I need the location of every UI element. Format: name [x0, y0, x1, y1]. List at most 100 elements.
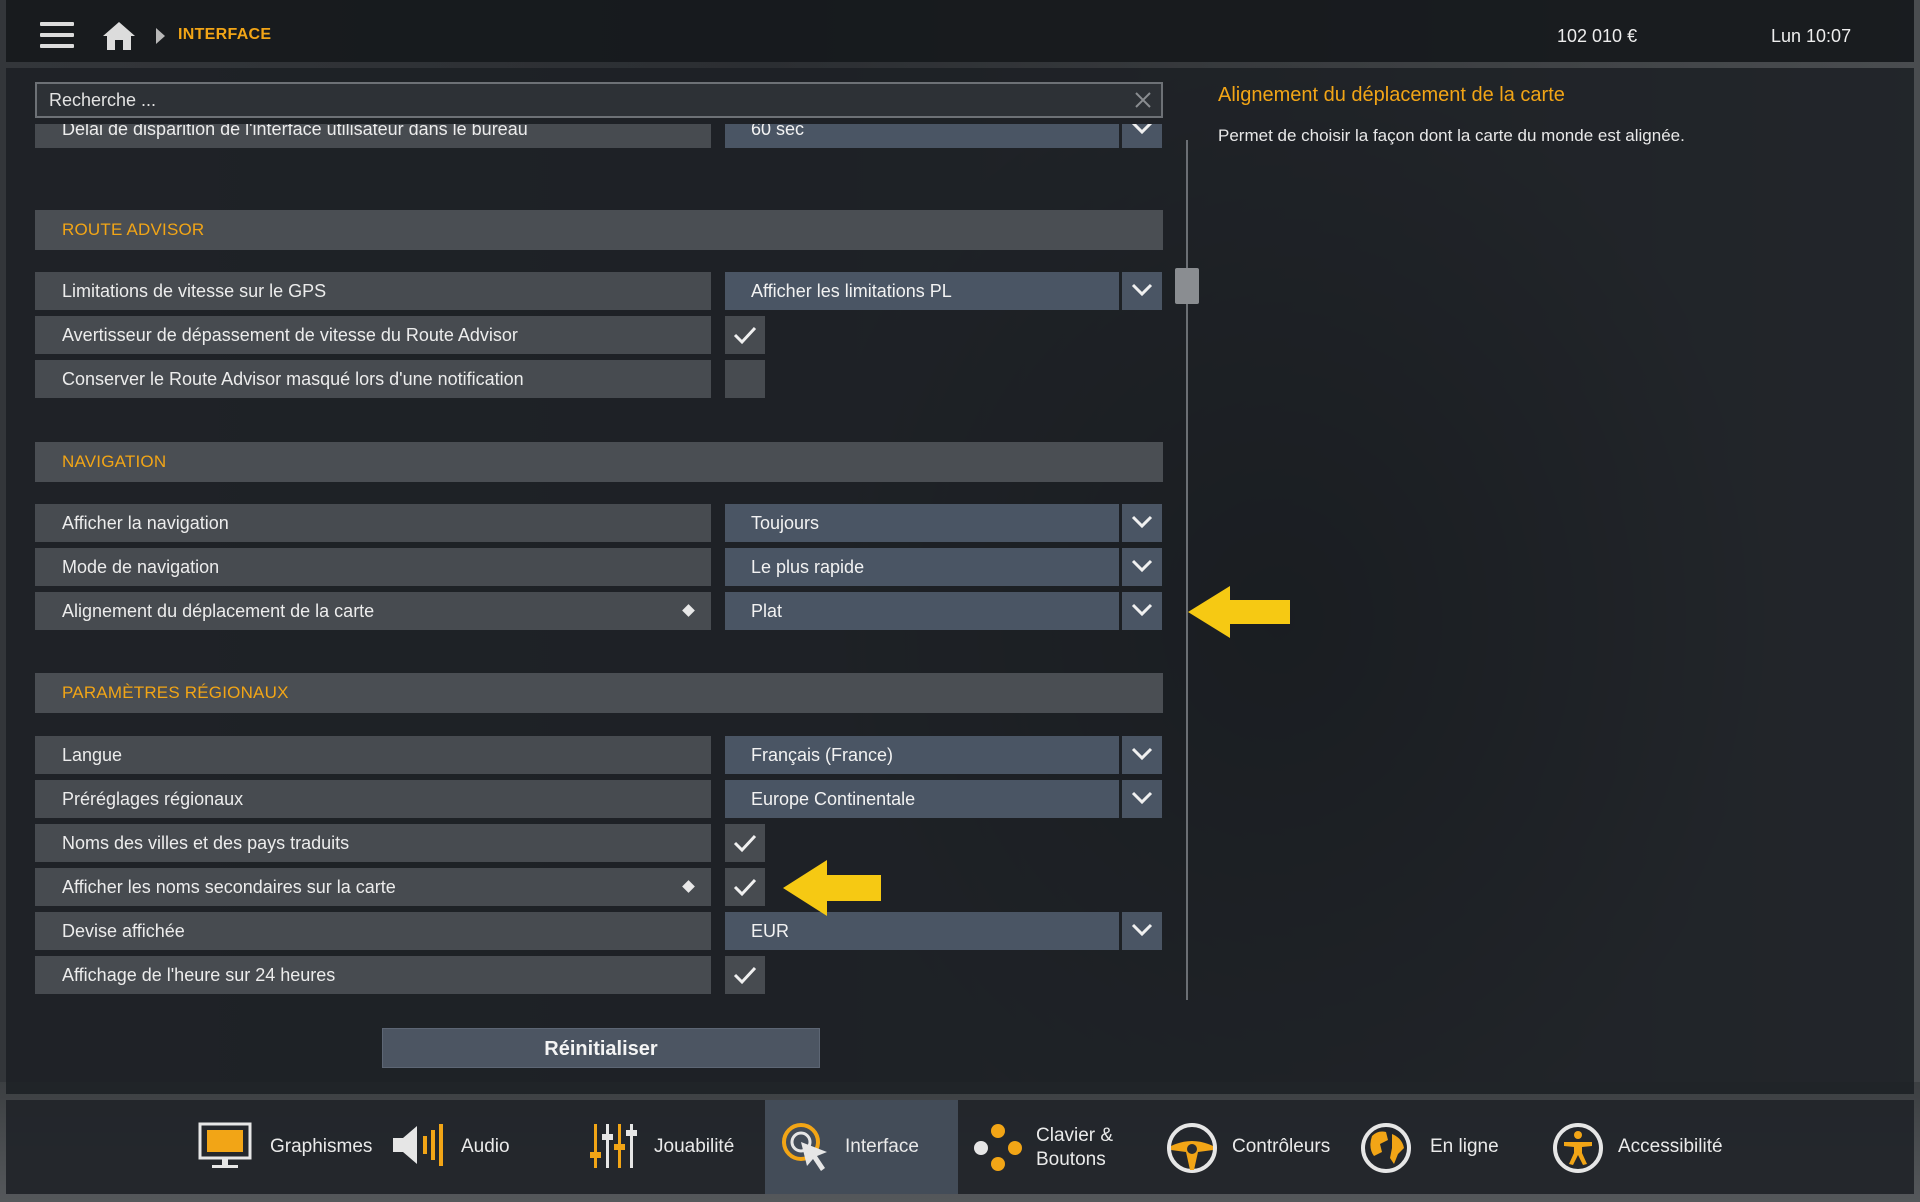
- gamepad-buttons-icon: [974, 1124, 1022, 1171]
- setting-label-text: Alignement du déplacement de la carte: [62, 601, 375, 621]
- tab-controllers[interactable]: Contrôleurs: [1166, 1100, 1346, 1194]
- setting-label-text: Affichage de l'heure sur 24 heures: [62, 965, 336, 985]
- settings-list[interactable]: Délai de disparition de l'interface util…: [35, 124, 1165, 1000]
- dropdown-button[interactable]: [1122, 548, 1162, 586]
- sliders-icon: [590, 1124, 637, 1168]
- checkmark-icon: [733, 326, 757, 345]
- setting-label-text: Langue: [62, 745, 123, 765]
- checkbox-translated-names[interactable]: [725, 824, 765, 862]
- dropdown-map-alignment[interactable]: Plat: [725, 592, 1162, 630]
- tab-interface[interactable]: Interface: [765, 1100, 958, 1194]
- checkmark-icon: [733, 966, 757, 985]
- steering-wheel-icon: [1167, 1123, 1217, 1173]
- setting-label-speed-warning[interactable]: Avertisseur de dépassement de vitesse du…: [35, 316, 711, 354]
- checkmark-icon: [733, 878, 757, 897]
- dropdown-button[interactable]: [1122, 592, 1162, 630]
- checkbox-keep-hidden[interactable]: [725, 360, 765, 398]
- tab-label: Audio: [461, 1136, 510, 1157]
- chevron-down-icon: [1131, 603, 1153, 617]
- scrollbar-thumb[interactable]: [1175, 268, 1199, 304]
- changed-diamond-icon: [682, 604, 695, 617]
- reset-button[interactable]: Réinitialiser: [382, 1028, 820, 1068]
- dropdown-value: Afficher les limitations PL: [725, 272, 1119, 310]
- checkmark-icon: [733, 834, 757, 853]
- chevron-down-icon: [1131, 923, 1153, 937]
- setting-label-translated-names[interactable]: Noms des villes et des pays traduits: [35, 824, 711, 862]
- setting-label-gps-speed[interactable]: Limitations de vitesse sur le GPS: [35, 272, 711, 310]
- tab-label: Graphismes: [270, 1136, 373, 1157]
- chevron-down-icon: [1131, 791, 1153, 805]
- setting-label-keep-hidden[interactable]: Conserver le Route Advisor masqué lors d…: [35, 360, 711, 398]
- dropdown-value: Europe Continentale: [725, 780, 1119, 818]
- dropdown-button[interactable]: [1122, 504, 1162, 542]
- setting-label-text: Limitations de vitesse sur le GPS: [62, 281, 327, 301]
- dropdown-value: Plat: [725, 592, 1119, 630]
- globe-icon: [1361, 1123, 1411, 1173]
- game-clock: Lun 10:07: [1771, 26, 1852, 46]
- hamburger-menu-icon[interactable]: [40, 22, 74, 50]
- checkbox-speed-warning[interactable]: [725, 316, 765, 354]
- tab-keyboard-buttons[interactable]: Clavier & Boutons: [972, 1100, 1122, 1194]
- setting-label-text: Devise affichée: [62, 921, 185, 941]
- checkbox-secondary-names[interactable]: [725, 868, 765, 906]
- monitor-icon: [198, 1122, 252, 1168]
- setting-label-text: Préréglages régionaux: [62, 789, 244, 809]
- setting-label-text: Délai de disparition de l'interface util…: [62, 124, 528, 139]
- setting-label-regional-presets[interactable]: Préréglages régionaux: [35, 780, 711, 818]
- dropdown-gps-speed[interactable]: Afficher les limitations PL: [725, 272, 1162, 310]
- setting-label-show-navigation[interactable]: Afficher la navigation: [35, 504, 711, 542]
- tab-label: Contrôleurs: [1232, 1136, 1331, 1157]
- setting-label-currency[interactable]: Devise affichée: [35, 912, 711, 950]
- home-icon[interactable]: [102, 20, 136, 52]
- chevron-down-icon: [1131, 515, 1153, 529]
- setting-label-ui-fade[interactable]: Délai de disparition de l'interface util…: [35, 124, 711, 148]
- setting-label-secondary-names[interactable]: Afficher les noms secondaires sur la car…: [35, 868, 711, 906]
- dropdown-button[interactable]: [1122, 272, 1162, 310]
- dropdown-button[interactable]: [1122, 912, 1162, 950]
- dropdown-button[interactable]: [1122, 736, 1162, 774]
- checkbox-24h-clock[interactable]: [725, 956, 765, 994]
- annotation-arrow-icon: [783, 860, 881, 916]
- tab-label: En ligne: [1430, 1136, 1499, 1157]
- dropdown-value: Le plus rapide: [725, 548, 1119, 586]
- section-header-route-advisor: ROUTE ADVISOR: [35, 210, 1163, 250]
- tab-audio[interactable]: Audio: [391, 1100, 541, 1194]
- chevron-down-icon: [1131, 747, 1153, 761]
- settings-tab-bar: Graphismes Audio Jouabilité Interface Cl…: [6, 1100, 1914, 1194]
- dropdown-value: Français (France): [725, 736, 1119, 774]
- setting-label-map-alignment[interactable]: Alignement du déplacement de la carte: [35, 592, 711, 630]
- tab-accessibility[interactable]: Accessibilité: [1552, 1100, 1742, 1194]
- breadcrumb-arrow-icon: [156, 28, 165, 44]
- tab-gameplay[interactable]: Jouabilité: [586, 1100, 756, 1194]
- description-title: Alignement du déplacement de la carte: [1218, 84, 1565, 106]
- close-icon[interactable]: [1133, 90, 1153, 110]
- tab-label: Interface: [845, 1136, 919, 1157]
- annotation-arrow-icon: [1188, 586, 1290, 638]
- cursor-icon: [782, 1123, 827, 1171]
- description-text: Permet de choisir la façon dont la carte…: [1218, 126, 1685, 145]
- dropdown-language[interactable]: Français (France): [725, 736, 1162, 774]
- speaker-icon: [393, 1124, 443, 1166]
- dropdown-button[interactable]: [1122, 780, 1162, 818]
- chevron-down-icon: [1131, 124, 1153, 135]
- tab-graphics[interactable]: Graphismes: [192, 1100, 372, 1194]
- tab-online[interactable]: En ligne: [1360, 1100, 1520, 1194]
- setting-label-24h-clock[interactable]: Affichage de l'heure sur 24 heures: [35, 956, 711, 994]
- search-input[interactable]: [37, 84, 1161, 116]
- setting-label-language[interactable]: Langue: [35, 736, 711, 774]
- dropdown-navigation-mode[interactable]: Le plus rapide: [725, 548, 1162, 586]
- accessibility-icon: [1553, 1123, 1603, 1173]
- setting-label-text: Afficher la navigation: [62, 513, 229, 533]
- setting-label-navigation-mode[interactable]: Mode de navigation: [35, 548, 711, 586]
- section-header-navigation: NAVIGATION: [35, 442, 1163, 482]
- search-field[interactable]: [35, 82, 1163, 118]
- dropdown-ui-fade[interactable]: 60 sec: [725, 124, 1162, 148]
- money-balance: 102 010 €: [1557, 26, 1638, 46]
- dropdown-regional-presets[interactable]: Europe Continentale: [725, 780, 1162, 818]
- dropdown-show-navigation[interactable]: Toujours: [725, 504, 1162, 542]
- setting-label-text: Conserver le Route Advisor masqué lors d…: [62, 369, 524, 389]
- setting-label-text: Afficher les noms secondaires sur la car…: [62, 877, 396, 897]
- dropdown-button[interactable]: [1122, 124, 1162, 148]
- changed-diamond-icon: [682, 880, 695, 893]
- tab-label-line2: Boutons: [1036, 1149, 1106, 1170]
